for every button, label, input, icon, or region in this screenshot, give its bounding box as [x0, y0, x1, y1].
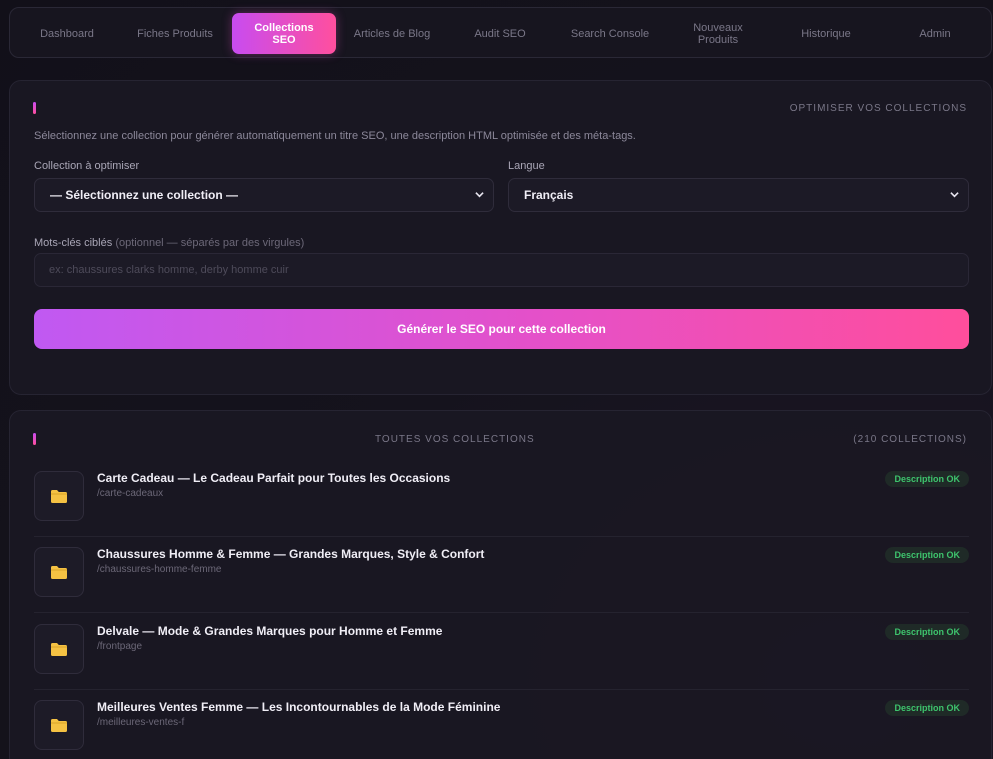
section-accent [33, 102, 36, 114]
language-select[interactable]: Français [508, 178, 969, 212]
collection-icon-box [34, 624, 84, 674]
status-badge: Description OK [885, 624, 969, 640]
collection-icon-box [34, 471, 84, 521]
collections-count: (210 COLLECTIONS) [853, 434, 967, 445]
list-item[interactable]: Carte Cadeau — Le Cadeau Parfait pour To… [34, 461, 969, 537]
folder-icon [51, 565, 67, 579]
list-item[interactable]: Meilleures Ventes Femme — Les Incontourn… [34, 690, 969, 759]
keywords-input[interactable]: ex: chaussures clarks homme, derby homme… [34, 253, 969, 287]
collection-select[interactable]: — Sélectionnez une collection — [34, 178, 494, 212]
collection-icon-box [34, 547, 84, 597]
folder-icon [51, 489, 67, 503]
list-item[interactable]: Chaussures Homme & Femme — Grandes Marqu… [34, 537, 969, 613]
language-select-value: Français [524, 188, 574, 202]
tab-fiches-produits[interactable]: Fiches Produits [126, 13, 224, 54]
status-badge: Description OK [885, 547, 969, 563]
folder-icon [51, 718, 67, 732]
status-badge: Description OK [885, 471, 969, 487]
folder-icon [51, 642, 67, 656]
tab-articles-blog[interactable]: Articles de Blog [343, 13, 441, 54]
collection-handle: /chaussures-homme-femme [97, 564, 222, 575]
collection-title: Delvale — Mode & Grandes Marques pour Ho… [97, 624, 443, 638]
collection-select-value: — Sélectionnez une collection — [50, 188, 239, 202]
collections-panel: TOUTES VOS COLLECTIONS (210 COLLECTIONS)… [9, 410, 992, 759]
optimize-panel: OPTIMISER VOS COLLECTIONS Sélectionnez u… [9, 80, 992, 395]
tab-admin[interactable]: Admin [886, 13, 984, 54]
status-badge: Description OK [885, 700, 969, 716]
tab-dashboard[interactable]: Dashboard [18, 13, 116, 54]
collection-title: Carte Cadeau — Le Cadeau Parfait pour To… [97, 471, 451, 485]
collection-handle: /frontpage [97, 641, 143, 652]
tab-audit-seo[interactable]: Audit SEO [451, 13, 549, 54]
optimize-section-title: OPTIMISER VOS COLLECTIONS [789, 103, 967, 114]
chevron-down-icon [475, 192, 484, 198]
collection-handle: /meilleures-ventes-f [97, 717, 185, 728]
collection-title: Chaussures Homme & Femme — Grandes Marqu… [97, 547, 485, 561]
collections-section-title: TOUTES VOS COLLECTIONS [375, 434, 535, 445]
list-item[interactable]: Delvale — Mode & Grandes Marques pour Ho… [34, 614, 969, 690]
collection-handle: /carte-cadeaux [97, 488, 164, 499]
keywords-hint: (optionnel — séparés par des virgules) [115, 237, 305, 249]
tab-historique[interactable]: Historique [777, 13, 875, 54]
main-nav: Dashboard Fiches Produits Collections SE… [9, 7, 992, 58]
generate-seo-button[interactable]: Générer le SEO pour cette collection [34, 309, 969, 349]
keywords-label: Mots-clés ciblés (optionnel — séparés pa… [34, 237, 304, 249]
tab-search-console[interactable]: Search Console [559, 13, 661, 54]
collection-title: Meilleures Ventes Femme — Les Incontourn… [97, 700, 501, 714]
chevron-down-icon [950, 192, 959, 198]
optimize-description: Sélectionnez une collection pour générer… [34, 130, 636, 142]
section-accent [33, 433, 36, 445]
language-label: Langue [508, 160, 545, 172]
keywords-label-text: Mots-clés ciblés [34, 237, 113, 249]
tab-collections-seo[interactable]: Collections SEO [232, 13, 336, 54]
collection-icon-box [34, 700, 84, 750]
tab-nouveaux-produits[interactable]: Nouveaux Produits [683, 13, 753, 54]
collection-label: Collection à optimiser [34, 160, 140, 172]
